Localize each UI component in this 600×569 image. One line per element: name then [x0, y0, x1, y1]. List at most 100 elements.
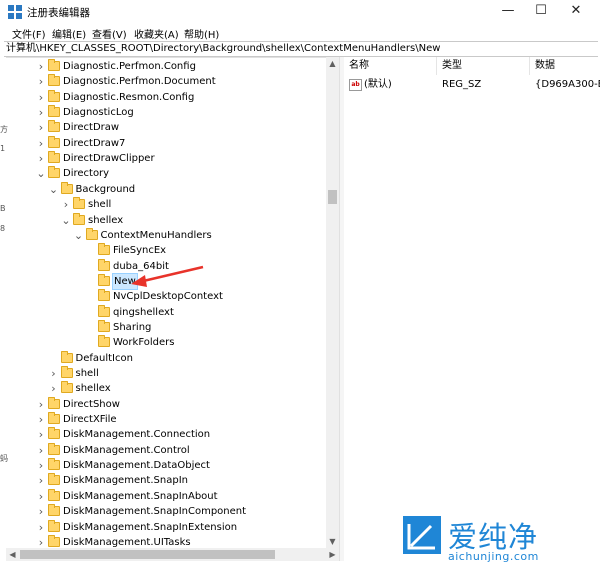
tree-item[interactable]: › DirectXFile [6, 412, 326, 427]
tree-item[interactable]: › DiagnosticLog [6, 105, 326, 120]
edge-char: 8 [0, 224, 6, 233]
column-header-type[interactable]: 类型 [437, 57, 530, 75]
menu-bar: 文件(F) 编辑(E) 查看(V) 收藏夹(A) 帮助(H) [0, 24, 600, 42]
tree-item-label: DirectShow [63, 398, 120, 410]
tree-item[interactable]: › DirectShow [6, 396, 326, 412]
tree-item[interactable]: › Diagnostic.Perfmon.Document [6, 74, 326, 89]
tree-item[interactable]: WorkFolders [6, 335, 326, 350]
tree-item-label: DiskManagement.SnapInComponent [63, 506, 247, 518]
tree-item[interactable]: qingshellext [6, 304, 326, 320]
tree-item[interactable]: › Diagnostic.Perfmon.Config [6, 59, 326, 74]
expand-chevron-right-icon[interactable]: › [36, 136, 46, 151]
expand-chevron-right-icon[interactable]: › [36, 473, 46, 488]
tree-item[interactable]: › DiskManagement.Control [6, 442, 326, 458]
expand-chevron-right-icon[interactable]: › [36, 151, 46, 166]
scroll-left-arrow-icon[interactable]: ◀ [6, 548, 19, 561]
tree-item[interactable]: › shell [6, 197, 326, 212]
expand-chevron-right-icon[interactable]: › [49, 381, 59, 396]
value-name: (默认) [364, 79, 392, 90]
list-item[interactable]: ab (默认) REG_SZ {D969A300-E [344, 76, 600, 93]
tree-item[interactable]: › DirectDraw [6, 120, 326, 135]
red-arrow-annotation [131, 265, 204, 287]
tree-item[interactable]: › DiskManagement.SnapInExtension [6, 519, 326, 535]
expand-chevron-right-icon[interactable]: › [36, 74, 46, 89]
watermark-logo: 爱纯净 aichunjing.com [398, 512, 598, 568]
expand-chevron-right-icon[interactable]: › [36, 458, 46, 473]
tree-item[interactable]: › DiskManagement.Connection [6, 427, 326, 442]
expand-chevron-right-icon[interactable]: › [36, 412, 46, 427]
expand-chevron-right-icon[interactable]: › [36, 59, 46, 74]
folder-icon [98, 319, 110, 332]
scroll-up-arrow-icon[interactable]: ▲ [326, 57, 339, 70]
tree-item[interactable]: ⌄ Directory [6, 166, 326, 181]
folder-icon [48, 151, 60, 164]
tree-item-label: shell [88, 199, 112, 211]
tree-item[interactable]: ⌄ shellex [6, 212, 326, 228]
expand-chevron-right-icon[interactable]: › [36, 520, 46, 535]
tree-item[interactable]: › DiskManagement.SnapIn [6, 473, 326, 488]
list-header: 名称 类型 数据 [344, 57, 600, 75]
menu-edit[interactable]: 编辑(E) [52, 26, 86, 41]
tree-item[interactable]: › Diagnostic.Resmon.Config [6, 89, 326, 105]
expand-chevron-right-icon[interactable]: › [49, 366, 59, 381]
folder-icon [48, 135, 60, 148]
value-type: REG_SZ [442, 79, 482, 90]
expand-chevron-down-icon[interactable]: ⌄ [36, 166, 46, 181]
scroll-down-arrow-icon[interactable]: ▼ [326, 535, 339, 548]
watermark-text-en: aichunjing.com [448, 550, 539, 563]
address-bar[interactable]: 计算机\HKEY_CLASSES_ROOT\Directory\Backgrou… [4, 41, 598, 57]
column-header-name[interactable]: 名称 [344, 57, 437, 75]
folder-icon [48, 473, 60, 486]
scroll-thumb[interactable] [328, 190, 337, 204]
tree-item-label: DiskManagement.Control [63, 444, 190, 456]
expand-chevron-right-icon[interactable]: › [36, 504, 46, 519]
tree-vertical-scrollbar[interactable]: ▲ ▼ [326, 57, 339, 548]
tree-item[interactable]: › DiskManagement.DataObject [6, 458, 326, 473]
expand-chevron-right-icon[interactable]: › [36, 90, 46, 105]
expand-chevron-down-icon[interactable]: ⌄ [61, 213, 71, 228]
tree-item[interactable]: DefaultIcon [6, 350, 326, 366]
folder-icon [60, 366, 73, 378]
expand-chevron-down-icon[interactable]: ⌄ [74, 228, 84, 243]
folder-icon [60, 350, 73, 363]
menu-view[interactable]: 查看(V) [92, 26, 127, 41]
tree-item[interactable]: › DiskManagement.UITasks [6, 534, 326, 548]
tree-item[interactable]: Sharing [6, 319, 326, 335]
expand-chevron-down-icon[interactable]: ⌄ [49, 182, 59, 197]
tree-item-label: DiagnosticLog [63, 107, 134, 119]
expand-chevron-right-icon[interactable]: › [61, 197, 71, 212]
folder-icon [48, 534, 60, 547]
tree-item[interactable]: › DiskManagement.SnapInComponent [6, 504, 326, 519]
scroll-right-arrow-icon[interactable]: ▶ [326, 548, 339, 561]
string-value-icon: ab [349, 79, 362, 91]
expand-chevron-right-icon[interactable]: › [36, 489, 46, 504]
tree-item[interactable]: ⌄ Background [6, 181, 326, 197]
menu-file[interactable]: 文件(F) [12, 26, 46, 41]
scroll-thumb[interactable] [20, 550, 275, 559]
watermark-logo-icon [403, 516, 441, 554]
column-header-data[interactable]: 数据 [530, 57, 600, 75]
expand-chevron-right-icon[interactable]: › [36, 427, 46, 442]
registry-key-tree[interactable]: › Diagnostic.Perfmon.Config › Diagnostic.Pe… [6, 57, 340, 549]
tree-item-label: DirectDraw [63, 122, 120, 134]
menu-help[interactable]: 帮助(H) [184, 26, 219, 41]
tree-item[interactable]: › DirectDrawClipper [6, 151, 326, 166]
tree-horizontal-scrollbar[interactable]: ◀ ▶ [6, 548, 339, 561]
tree-item[interactable]: › DirectDraw7 [6, 135, 326, 151]
tree-item-label: shellex [75, 383, 111, 395]
expand-chevron-right-icon[interactable]: › [36, 397, 46, 412]
folder-icon [48, 412, 60, 425]
tree-item[interactable]: FileSyncEx [6, 243, 326, 258]
folder-icon [48, 396, 60, 409]
tree-item[interactable]: › DiskManagement.SnapInAbout [6, 488, 326, 504]
expand-chevron-right-icon[interactable]: › [36, 535, 46, 548]
tree-item[interactable]: › shellex [6, 381, 326, 396]
tree-item-label: DirectDrawClipper [63, 153, 155, 165]
expand-chevron-right-icon[interactable]: › [36, 120, 46, 135]
expand-chevron-right-icon[interactable]: › [36, 105, 46, 120]
tree-item[interactable]: ⌄ ContextMenuHandlers [6, 227, 326, 243]
menu-favorites[interactable]: 收藏夹(A) [134, 26, 179, 41]
close-button[interactable]: ✕ [553, 0, 599, 24]
expand-chevron-right-icon[interactable]: › [36, 443, 46, 458]
tree-item[interactable]: › shell [6, 366, 326, 381]
